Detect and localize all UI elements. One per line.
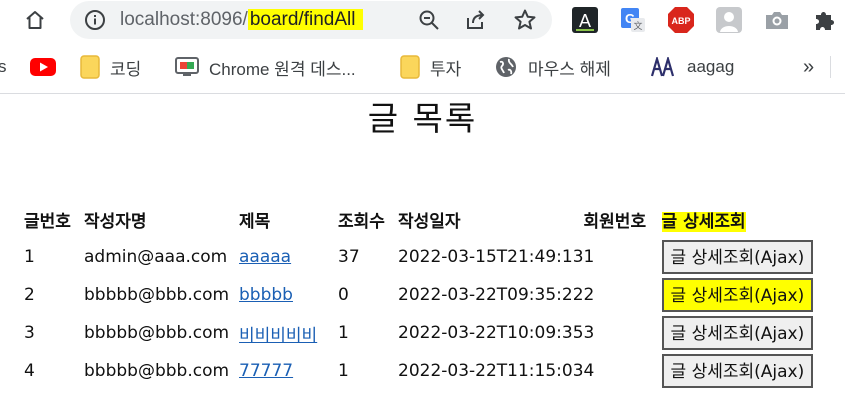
profile-avatar-icon[interactable] [715, 6, 743, 34]
cell-writer: bbbbb@bbb.com [84, 285, 230, 305]
folder-icon [400, 55, 420, 79]
table-row: 3 bbbbb@bbb.com 비비비비비 1 2022-03-22T10:09… [24, 314, 814, 352]
table-row: 2 bbbbb@bbb.com bbbbb 0 2022-03-22T09:35… [24, 276, 814, 314]
header-no: 글번호 [24, 211, 71, 232]
header-member-no: 회원번호 [583, 211, 647, 232]
header-views: 조회수 [338, 211, 385, 232]
bookmark-aagag[interactable]: aagag [651, 54, 734, 80]
cell-date: 2022-03-22T10:09:35 [398, 323, 584, 343]
title-link[interactable]: 비비비비비 [239, 326, 317, 346]
cell-detail: 글 상세조회(Ajax) [661, 276, 814, 314]
home-icon [26, 11, 44, 29]
detail-ajax-button[interactable]: 글 상세조회(Ajax) [661, 354, 814, 388]
bookmark-fragment[interactable]: s [0, 54, 7, 80]
title-link[interactable]: aaaaa [239, 247, 291, 267]
header-title: 제목 [239, 211, 271, 232]
camera-icon[interactable] [763, 6, 791, 34]
youtube-icon [30, 58, 56, 76]
bookmark-mouse-unlock[interactable]: 마우스 해제 [494, 54, 611, 80]
header-detail: 글 상세조회 [661, 200, 814, 238]
svg-text:文: 文 [633, 20, 642, 32]
cell-member-no: 1 [583, 247, 595, 267]
cell-title: aaaaa [239, 238, 338, 276]
cell-member-no: 3 [583, 323, 595, 343]
url-host: localhost:8096/ [120, 9, 248, 30]
bookmark-folder-invest[interactable]: 투자 [400, 54, 461, 80]
bookmark-label: 코딩 [110, 59, 142, 79]
title-link[interactable]: bbbbb [239, 285, 293, 305]
title-link[interactable]: 77777 [239, 361, 293, 381]
globe-icon [496, 57, 516, 77]
bookmark-label: aagag [687, 57, 735, 76]
url-text[interactable]: localhost:8096/board/findAll [120, 7, 364, 33]
detail-ajax-button[interactable]: 글 상세조회(Ajax) [661, 240, 814, 274]
header-writer: 작성자명 [84, 211, 147, 232]
cell-views: 37 [338, 247, 360, 267]
cell-title: 77777 [239, 352, 338, 390]
cell-writer: admin@aaa.com [84, 247, 228, 267]
translate-icon[interactable]: G 文 [619, 6, 647, 34]
table-header-row: 글번호 작성자명 제목 조회수 작성일자 회원번호 글 상세조회 [24, 200, 813, 238]
header-date: 작성일자 [398, 211, 461, 232]
cell-no: 4 [24, 361, 35, 381]
browser-toolbar: localhost:8096/board/findAll A G 文 ABP [0, 0, 845, 40]
cell-detail: 글 상세조회(Ajax) [661, 352, 814, 390]
site-info-icon[interactable] [84, 9, 106, 31]
share-icon[interactable] [464, 8, 488, 32]
cell-no: 2 [24, 285, 35, 305]
bookmark-label: s [0, 57, 7, 76]
bookmark-label: 마우스 해제 [528, 59, 611, 79]
bookmarks-bar: s 코딩 Chrome 원격 데스... 투자 마우스 해제 aagag » [0, 40, 845, 94]
cell-date: 2022-03-22T09:35:22 [398, 285, 584, 305]
header-detail-label: 글 상세조회 [661, 211, 746, 232]
cell-no: 1 [24, 247, 35, 267]
cell-detail: 글 상세조회(Ajax) [661, 314, 814, 352]
bookmark-youtube[interactable] [30, 54, 66, 80]
zoom-icon[interactable] [417, 8, 441, 32]
cell-writer: bbbbb@bbb.com [84, 361, 230, 381]
table-row: 4 bbbbb@bbb.com 77777 1 2022-03-22T11:15… [24, 352, 814, 390]
cell-views: 1 [338, 323, 349, 343]
cell-no: 3 [24, 323, 35, 343]
bookmarks-divider [830, 56, 831, 78]
bookmark-label: Chrome 원격 데스... [209, 59, 356, 79]
bookmark-label: 투자 [430, 59, 462, 79]
more-label: » [803, 55, 815, 78]
svg-text:ABP: ABP [671, 16, 690, 26]
bookmarks-overflow-button[interactable]: » [803, 54, 814, 80]
folder-icon [80, 55, 100, 79]
bookmark-star-icon[interactable] [513, 8, 537, 32]
cell-date: 2022-03-15T21:49:13 [398, 247, 584, 267]
table-row: 1 admin@aaa.com aaaaa 37 2022-03-15T21:4… [24, 238, 814, 276]
bookmark-folder-coding[interactable]: 코딩 [80, 54, 141, 80]
cell-title: 비비비비비 [239, 314, 338, 352]
extension-a-icon[interactable]: A [571, 6, 599, 34]
cell-detail: 글 상세조회(Ajax) [661, 238, 814, 276]
detail-ajax-button[interactable]: 글 상세조회(Ajax) [661, 316, 814, 350]
home-button[interactable] [20, 5, 50, 35]
cell-member-no: 2 [583, 285, 595, 305]
board-table: 글번호 작성자명 제목 조회수 작성일자 회원번호 글 상세조회 1 admin… [24, 200, 814, 390]
url-path: board/findAll [247, 9, 364, 30]
bookmark-chrome-remote[interactable]: Chrome 원격 데스... [175, 54, 356, 80]
detail-ajax-button[interactable]: 글 상세조회(Ajax) [661, 278, 814, 312]
aa-logo-icon [651, 57, 675, 77]
cell-views: 0 [338, 285, 349, 305]
cell-date: 2022-03-22T11:15:03 [398, 361, 584, 381]
cell-member-no: 4 [583, 361, 595, 381]
adblock-plus-icon[interactable]: ABP [667, 6, 695, 34]
remote-desktop-icon [175, 57, 199, 76]
cell-title: bbbbb [239, 276, 338, 314]
svg-text:A: A [579, 11, 591, 31]
page-title: 글 목록 [367, 99, 478, 138]
address-bar[interactable]: localhost:8096/board/findAll [70, 1, 552, 39]
cell-writer: bbbbb@bbb.com [84, 323, 230, 343]
cell-views: 1 [338, 361, 349, 381]
extensions-puzzle-icon[interactable] [811, 6, 839, 34]
